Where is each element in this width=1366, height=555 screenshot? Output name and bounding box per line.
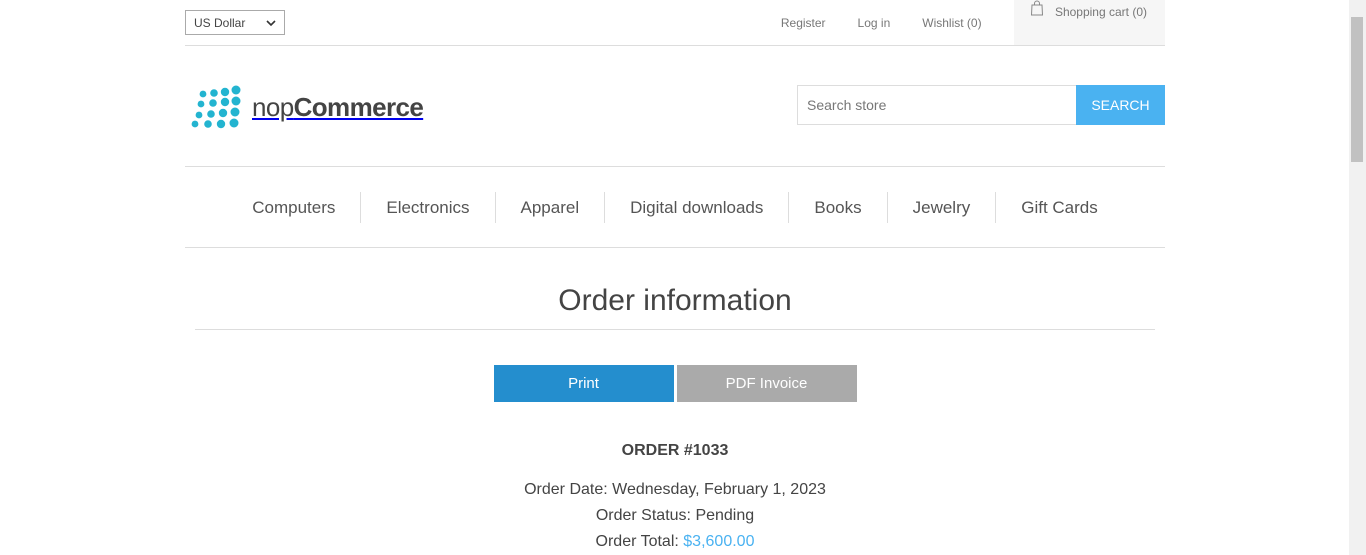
nopcommerce-logo-icon (191, 85, 241, 129)
order-number: ORDER #1033 (621, 442, 729, 459)
shopping-cart-label: Shopping cart (0) (1054, 5, 1147, 19)
order-total-label: Order Total: (595, 533, 679, 550)
currency-selector-value: US Dollar (194, 15, 246, 30)
order-total: Order Total: $3,600.00 (185, 529, 1165, 555)
logo-text: nopCommerce (252, 91, 424, 123)
scrollbar-thumb[interactable] (1351, 17, 1363, 162)
order-total-value: $3,600.00 (683, 533, 755, 550)
header-links: Register Log in Wishlist (0) Shopping ca… (781, 0, 1165, 45)
order-overview: Order Date: Wednesday, February 1, 2023 … (185, 477, 1165, 555)
order-status: Order Status: Pending (185, 503, 1165, 529)
login-link[interactable]: Log in (858, 16, 891, 30)
menu-item-books[interactable]: Books (788, 191, 886, 223)
page-title-container: Order information (195, 284, 1155, 330)
site-logo[interactable]: nopCommerce (187, 85, 424, 129)
menu-item-digital-downloads[interactable]: Digital downloads (604, 191, 788, 223)
order-status-value: Pending (695, 507, 755, 524)
order-date: Order Date: Wednesday, February 1, 2023 (185, 477, 1165, 503)
order-date-label: Order Date: (524, 481, 608, 498)
wishlist-link[interactable]: Wishlist (0) (922, 16, 981, 30)
pdf-invoice-button[interactable]: PDF Invoice (676, 365, 857, 402)
order-date-value: Wednesday, February 1, 2023 (612, 481, 826, 498)
menu-item-gift-cards[interactable]: Gift Cards (995, 191, 1123, 223)
search-input[interactable] (797, 85, 1076, 125)
search-box: SEARCH (797, 85, 1165, 125)
page: US Dollar Register Log in Wishlist (0) S… (185, 0, 1165, 555)
order-status-label: Order Status: (595, 507, 691, 524)
menu-item-jewelry[interactable]: Jewelry (886, 191, 996, 223)
menu-item-computers[interactable]: Computers (227, 192, 360, 223)
chevron-down-icon (266, 19, 276, 26)
header-upper: US Dollar Register Log in Wishlist (0) S… (185, 0, 1165, 46)
header-lower: nopCommerce SEARCH (185, 46, 1165, 166)
page-title: Order information (558, 284, 792, 317)
order-actions: Print PDF Invoice (185, 365, 1165, 402)
register-link[interactable]: Register (781, 16, 826, 30)
menu-item-apparel[interactable]: Apparel (494, 191, 605, 223)
shopping-bag-icon (1030, 0, 1043, 16)
shopping-cart-link[interactable]: Shopping cart (0) (1013, 0, 1165, 45)
logo-text-prefix: nop (252, 91, 294, 122)
page-scrollbar[interactable] (1349, 0, 1366, 555)
logo-text-suffix: Commerce (293, 91, 424, 122)
search-button[interactable]: SEARCH (1076, 85, 1165, 125)
top-menu: Computers Electronics Apparel Digital do… (185, 166, 1165, 248)
print-button[interactable]: Print (493, 365, 674, 402)
menu-item-electronics[interactable]: Electronics (360, 191, 494, 223)
currency-selector[interactable]: US Dollar (185, 10, 285, 35)
